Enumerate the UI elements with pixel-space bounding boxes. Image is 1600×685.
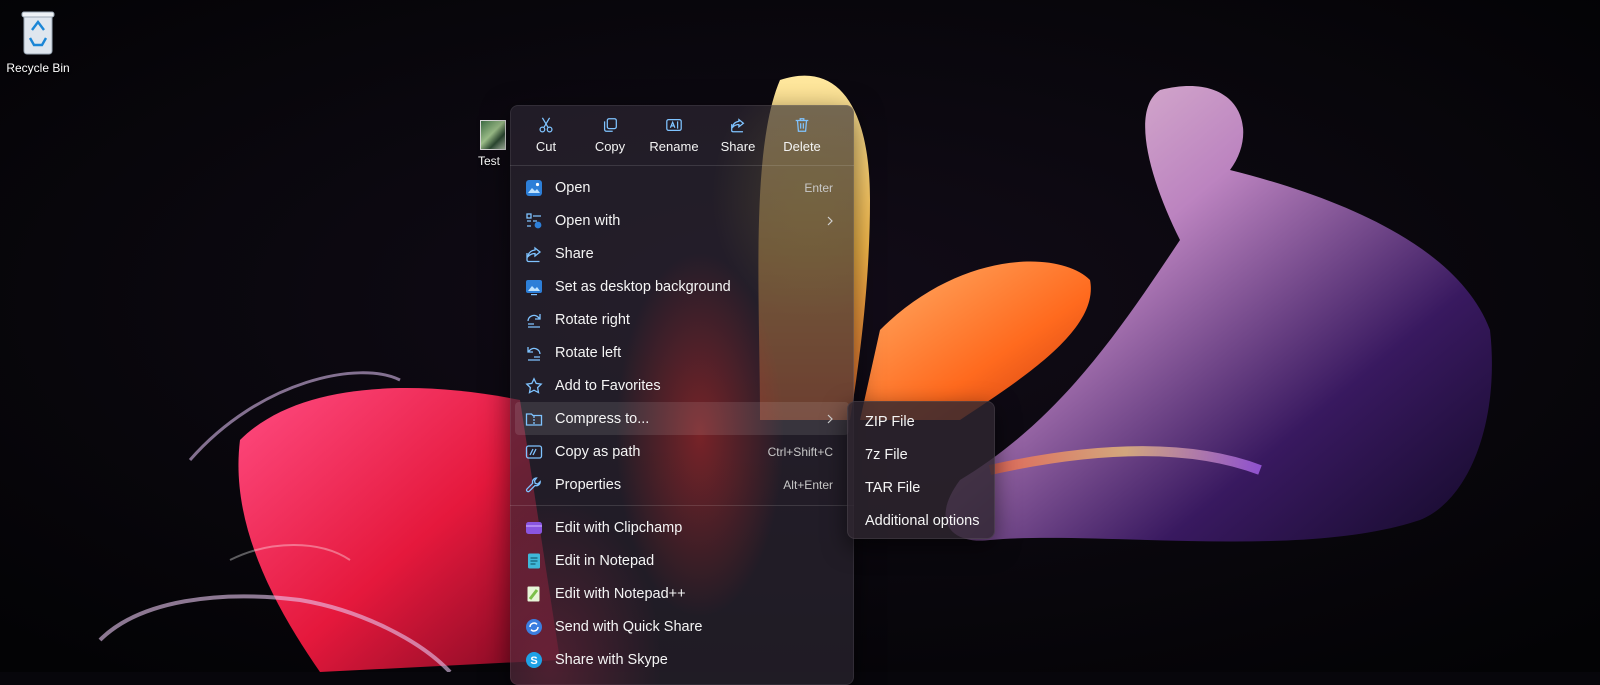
wrench-icon — [525, 476, 541, 492]
share-icon — [731, 118, 745, 133]
menu-item-edit-with-clipchamp[interactable]: Edit with Clipchamp — [515, 511, 849, 544]
toolbar-label: Delete — [783, 139, 821, 154]
copy-icon — [603, 118, 617, 132]
rename-icon — [666, 118, 682, 132]
menu-item-label: Share — [555, 245, 594, 262]
recycle-bin-icon — [21, 11, 55, 55]
scissors-icon — [539, 117, 553, 133]
image-thumbnail — [480, 120, 506, 150]
toolbar-label: Rename — [649, 139, 699, 154]
menu-item-label: Copy as path — [555, 443, 641, 460]
menu-item-share[interactable]: Share — [515, 237, 849, 270]
submenu-item-tar-file[interactable]: TAR File — [851, 471, 991, 504]
menu-item-share-with-skype[interactable]: S Share with Skype — [515, 643, 849, 676]
menu-item-label: Open — [555, 179, 591, 196]
shortcut-text: Alt+Enter — [783, 477, 833, 492]
menu-item-label: Compress to... — [555, 410, 650, 427]
toolbar-label: Share — [720, 139, 756, 154]
menu-item-open-with[interactable]: Open with — [515, 204, 849, 237]
shortcut-text: Enter — [804, 180, 833, 195]
menu-item-open[interactable]: Open Enter — [515, 171, 849, 204]
photos-app-icon — [526, 179, 542, 196]
submenu-item-additional-options[interactable]: Additional options — [851, 504, 991, 537]
skype-icon: S — [526, 651, 542, 668]
wallpaper-icon — [526, 279, 542, 295]
menu-item-label: Properties — [555, 476, 622, 493]
menu-item-label: Rotate right — [555, 311, 630, 328]
rotate-left-icon — [527, 346, 541, 361]
trash-icon — [795, 118, 809, 132]
menu-item-add-to-favorites[interactable]: Add to Favorites — [515, 369, 849, 402]
open-with-icon — [526, 212, 542, 228]
menu-item-label: Send with Quick Share — [555, 618, 703, 635]
toolbar-label: Copy — [594, 139, 626, 154]
submenu-item-7z-file[interactable]: 7z File — [851, 438, 991, 471]
menu-item-compress-to[interactable]: Compress to... — [515, 402, 849, 435]
desktop-icon-recycle-bin[interactable]: Recycle Bin — [0, 6, 76, 75]
menu-item-label: Share with Skype — [555, 651, 668, 668]
notepad-icon — [528, 553, 540, 568]
menu-item-label: Set as desktop background — [555, 278, 731, 295]
context-menu: Cut Copy Rename Share Delete Open Enter … — [510, 105, 854, 685]
cut-button[interactable]: Cut — [514, 107, 578, 163]
menu-item-label: Open with — [555, 212, 621, 229]
menu-item-rotate-left[interactable]: Rotate left — [515, 336, 849, 369]
menu-item-label: Rotate left — [555, 344, 622, 361]
chevron-right-icon — [827, 216, 833, 225]
star-icon — [525, 376, 543, 394]
shortcut-text: Ctrl+Shift+C — [767, 444, 833, 459]
desktop-icon-label: Test — [478, 154, 501, 168]
copy-button[interactable]: Copy — [578, 107, 642, 163]
share-icon — [526, 246, 542, 262]
quick-share-icon — [526, 618, 542, 635]
toolbar-label: Cut — [535, 139, 557, 154]
menu-item-properties[interactable]: Properties Alt+Enter — [515, 468, 849, 501]
svg-text:S: S — [530, 655, 537, 667]
menu-item-label: Edit with Notepad++ — [555, 585, 686, 602]
delete-button[interactable]: Delete — [770, 107, 834, 163]
share-button[interactable]: Share — [706, 107, 770, 163]
menu-item-label: Edit with Clipchamp — [555, 519, 683, 536]
rename-button[interactable]: Rename — [642, 107, 706, 163]
rotate-right-icon — [527, 313, 541, 328]
menu-item-label: Add to Favorites — [555, 377, 661, 394]
compress-submenu: ZIP File 7z File TAR File Additional opt… — [847, 401, 995, 539]
menu-item-set-desktop-background[interactable]: Set as desktop background — [515, 270, 849, 303]
menu-separator — [510, 505, 854, 506]
chevron-right-icon — [827, 414, 833, 423]
menu-item-copy-as-path[interactable]: Copy as path Ctrl+Shift+C — [515, 435, 849, 468]
notepadpp-icon — [527, 586, 540, 601]
clipchamp-icon — [526, 521, 542, 534]
menu-item-edit-with-notepadpp[interactable]: Edit with Notepad++ — [515, 577, 849, 610]
desktop-icon-test-image[interactable]: Test — [478, 120, 508, 168]
menu-item-rotate-right[interactable]: Rotate right — [515, 303, 849, 336]
desktop-icon-label: Recycle Bin — [6, 61, 70, 75]
submenu-item-zip-file[interactable]: ZIP File — [851, 405, 991, 438]
menu-item-edit-in-notepad[interactable]: Edit in Notepad — [515, 544, 849, 577]
menu-item-send-with-quick-share[interactable]: Send with Quick Share — [515, 610, 849, 643]
zip-folder-icon — [525, 412, 543, 426]
context-menu-toolbar: Cut Copy Rename Share Delete — [510, 105, 854, 166]
menu-item-label: Edit in Notepad — [555, 552, 655, 569]
context-menu-items: Open Enter Open with Share Set as deskto… — [510, 166, 854, 676]
copy-path-icon — [525, 444, 543, 459]
